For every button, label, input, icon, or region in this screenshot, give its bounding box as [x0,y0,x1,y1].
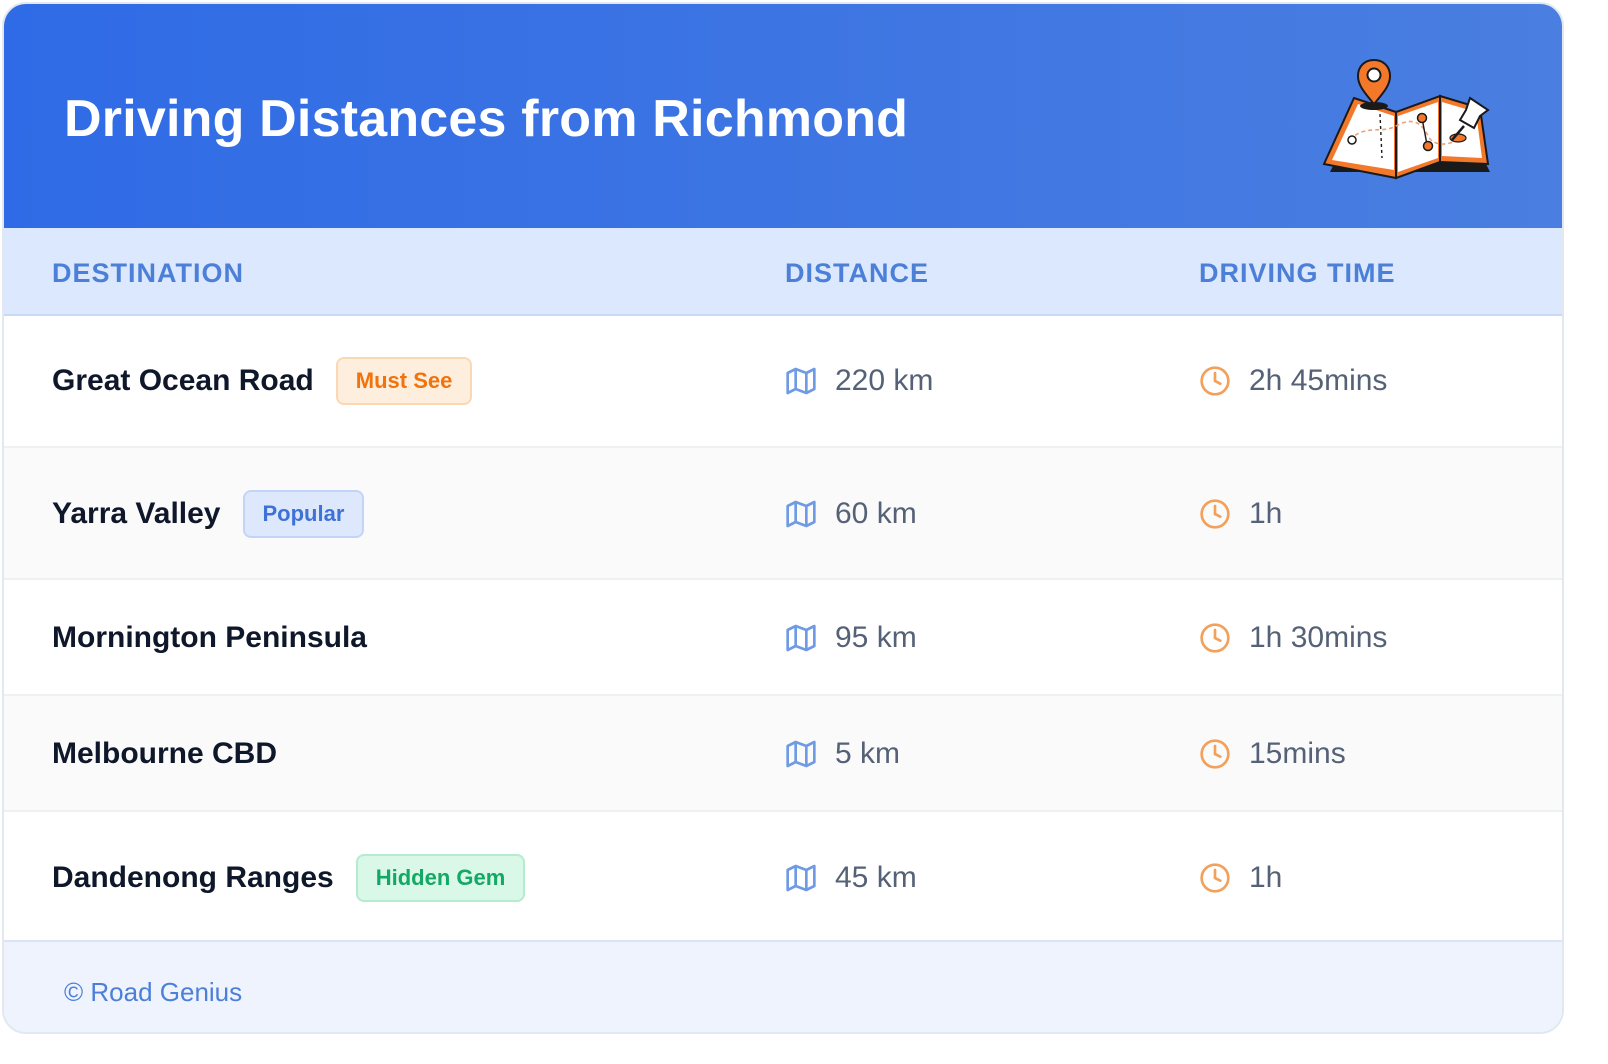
footer-credit-link[interactable]: © Road Genius [64,976,242,1008]
column-header-driving-time[interactable]: DRIVING TIME [1199,256,1396,290]
destination-cell: Mornington Peninsula [52,613,367,663]
driving-time-value: 1h [1249,497,1283,530]
destination-name: Yarra Valley [52,497,221,530]
status-badge: Hidden Gem [355,854,526,902]
header-banner: Driving Distances from Richmond [4,4,1562,228]
destination-cell: Melbourne CBD [52,729,277,779]
map-icon [786,500,816,528]
map-icon [786,864,816,892]
destination-name: Melbourne CBD [52,737,277,770]
distance-value: 95 km [835,621,917,654]
driving-time-value: 2h 45mins [1249,364,1388,397]
footer: © Road Genius [4,940,1562,1032]
distance-value: 45 km [835,861,917,894]
distance-cell: 45 km [785,853,917,903]
map-icon [786,367,816,395]
destination-name: Great Ocean Road [52,364,314,397]
distance-cell: 95 km [785,613,917,663]
driving-time-value: 15mins [1249,737,1346,770]
distance-card: Driving Distances from Richmond DESTINAT… [2,2,1564,1034]
distance-cell: 60 km [785,489,917,539]
time-cell: 1h [1199,489,1282,539]
destination-name: Mornington Peninsula [52,621,367,654]
time-cell: 1h [1199,853,1282,903]
distance-value: 60 km [835,497,917,530]
clock-icon [1200,366,1230,396]
destination-cell: Great Ocean Road Must See [52,356,473,406]
table-header: DESTINATION DISTANCE DRIVING TIME [4,228,1562,316]
distance-value: 5 km [835,737,901,770]
column-header-destination[interactable]: DESTINATION [52,256,244,290]
column-header-distance[interactable]: DISTANCE [785,256,929,290]
clock-icon [1200,739,1230,769]
distance-cell: 5 km [785,729,900,779]
clock-icon [1200,623,1230,653]
time-cell: 2h 45mins [1199,356,1387,406]
clock-icon [1200,863,1230,893]
table-row: Yarra Valley Popular 60 km 1h [4,448,1562,580]
destination-name: Dandenong Ranges [52,861,334,894]
map-icon [786,740,816,768]
status-badge: Popular [242,490,365,538]
destination-cell: Yarra Valley Popular [52,489,365,539]
clock-icon [1200,499,1230,529]
table-row: Great Ocean Road Must See 220 km 2h 45mi… [4,316,1562,448]
distance-cell: 220 km [785,356,933,406]
map-with-pins-icon [1322,58,1490,180]
page-title: Driving Distances from Richmond [64,90,909,148]
driving-time-value: 1h 30mins [1249,621,1388,654]
driving-time-value: 1h [1249,861,1283,894]
time-cell: 15mins [1199,729,1346,779]
destination-cell: Dandenong Ranges Hidden Gem [52,853,526,903]
time-cell: 1h 30mins [1199,613,1387,663]
distance-value: 220 km [835,364,934,397]
status-badge: Must See [335,357,473,405]
table-row: Mornington Peninsula 95 km 1h 30mins [4,580,1562,696]
table-row: Melbourne CBD 5 km 15mins [4,696,1562,812]
map-icon [786,624,816,652]
table-row: Dandenong Ranges Hidden Gem 45 km 1h [4,812,1562,940]
